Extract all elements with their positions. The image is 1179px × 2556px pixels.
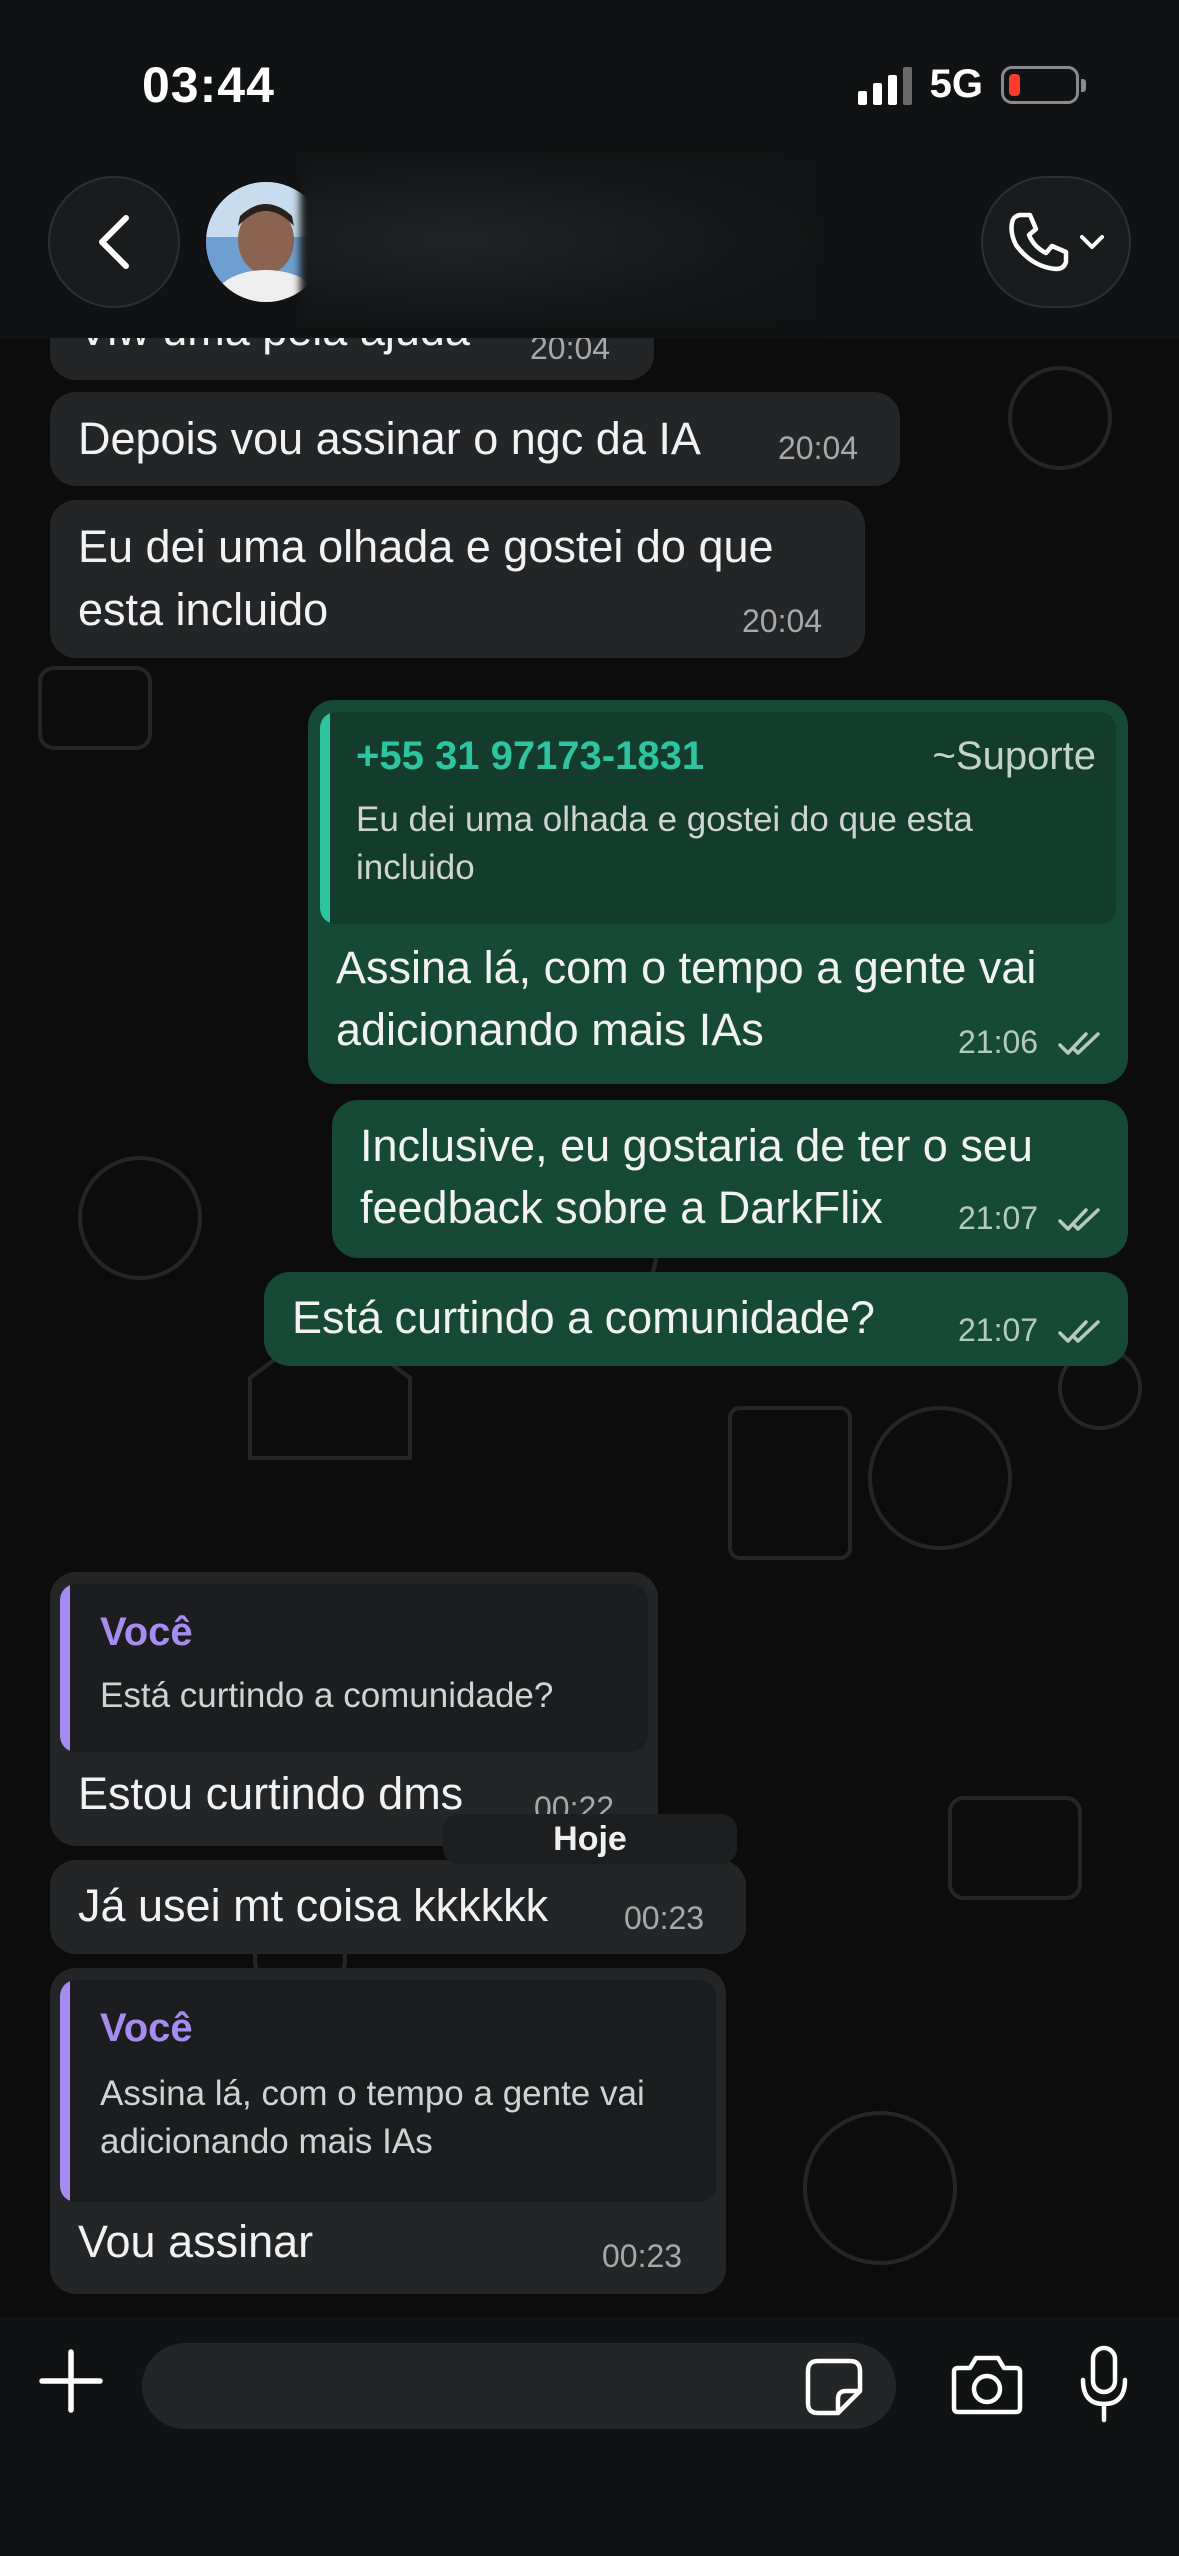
camera-icon[interactable] [950,2352,1024,2418]
message-time: 21:06 [958,1024,1039,1060]
status-indicators: 5G [857,62,1086,107]
double-check-icon [1058,1208,1100,1231]
message-text-line: adicionando mais IAs [336,1004,764,1055]
back-chevron-icon [99,215,129,269]
date-divider: Hoje [443,1814,737,1864]
plus-icon[interactable] [38,2348,104,2414]
message-bubble-incoming[interactable]: Já usei mt coisa kkkkkk 00:23 [50,1860,746,1954]
message-bubble-outgoing[interactable]: Inclusive, eu gostaria de ter o seu feed… [332,1100,1128,1258]
message-time: 20:04 [742,603,823,639]
network-label: 5G [929,62,983,106]
message-bubble-incoming[interactable]: Eu dei uma olhada e gostei do que esta i… [50,500,865,658]
message-text: Vou assinar [78,2216,314,2267]
quote-sender: +55 31 97173-1831 [356,734,705,778]
signal-icon [857,65,912,105]
message-text: Estou curtindo dms [78,1768,464,1819]
quote-text-line: Está curtindo a comunidade? [100,1676,554,1715]
microphone-icon[interactable] [1078,2344,1130,2426]
message-bubble-outgoing[interactable]: Está curtindo a comunidade? 21:07 [264,1272,1128,1366]
quote-text-line: Assina lá, com o tempo a gente vai [100,2074,645,2113]
battery-icon [1001,65,1086,104]
chevron-down-icon [1080,235,1104,249]
quoted-message[interactable]: +55 31 97173-1831 ~Suporte Eu dei uma ol… [320,712,1116,924]
quote-sender: Você [100,2006,193,2050]
sticker-icon[interactable] [804,2357,864,2417]
message-text-line: Eu dei uma olhada e gostei do que [78,521,774,572]
quote-text-line: Eu dei uma olhada e gostei do que esta [356,800,973,839]
double-check-icon [1058,1320,1100,1343]
message-time: 00:23 [602,2238,683,2274]
chat-area[interactable]: Viw uma pela ajuda 20:04 Depois vou assi… [0,338,1179,2318]
message-bubble-incoming[interactable]: Você Assina lá, com o tempo a gente vai … [50,1968,726,2294]
message-bubble-incoming[interactable]: Você Está curtindo a comunidade? Estou c… [50,1572,658,1846]
phone-icon [1009,212,1069,272]
back-button[interactable] [48,176,180,308]
message-text: Está curtindo a comunidade? [292,1292,875,1343]
quote-sender: Você [100,1610,193,1654]
quote-text-line: incluido [356,848,475,887]
double-check-icon [1058,1032,1100,1055]
quote-text-line: adicionando mais IAs [100,2122,433,2161]
contact-name-blurred[interactable] [300,150,820,330]
message-text: Já usei mt coisa kkkkkk [78,1880,549,1931]
message-bubble-outgoing[interactable]: +55 31 97173-1831 ~Suporte Eu dei uma ol… [308,700,1128,1084]
message-text: Viw uma pela ajuda [78,338,470,361]
message-bubble-incoming[interactable]: Viw uma pela ajuda 20:04 [50,338,654,380]
call-button[interactable] [981,176,1131,308]
message-time: 00:23 [624,1900,705,1936]
message-time: 20:04 [530,338,611,366]
message-text-line: esta incluido [78,584,329,635]
quote-sender-tag: ~Suporte [932,734,1096,778]
message-text: Depois vou assinar o ngc da IA [78,413,701,464]
message-time: 20:04 [778,430,859,466]
message-time: 21:07 [958,1312,1039,1348]
quoted-message[interactable]: Você Assina lá, com o tempo a gente vai … [60,1980,716,2202]
status-time: 03:44 [142,57,275,113]
message-text-line: Inclusive, eu gostaria de ter o seu [360,1120,1033,1171]
top-bar: 03:44 5G [0,0,1179,338]
message-text-line: feedback sobre a DarkFlix [360,1182,883,1233]
message-time: 21:07 [958,1200,1039,1236]
message-text-line: Assina lá, com o tempo a gente vai [336,942,1037,993]
quoted-message[interactable]: Você Está curtindo a comunidade? [60,1584,648,1752]
message-bubble-incoming[interactable]: Depois vou assinar o ngc da IA 20:04 [50,392,900,486]
message-input[interactable] [142,2343,896,2429]
